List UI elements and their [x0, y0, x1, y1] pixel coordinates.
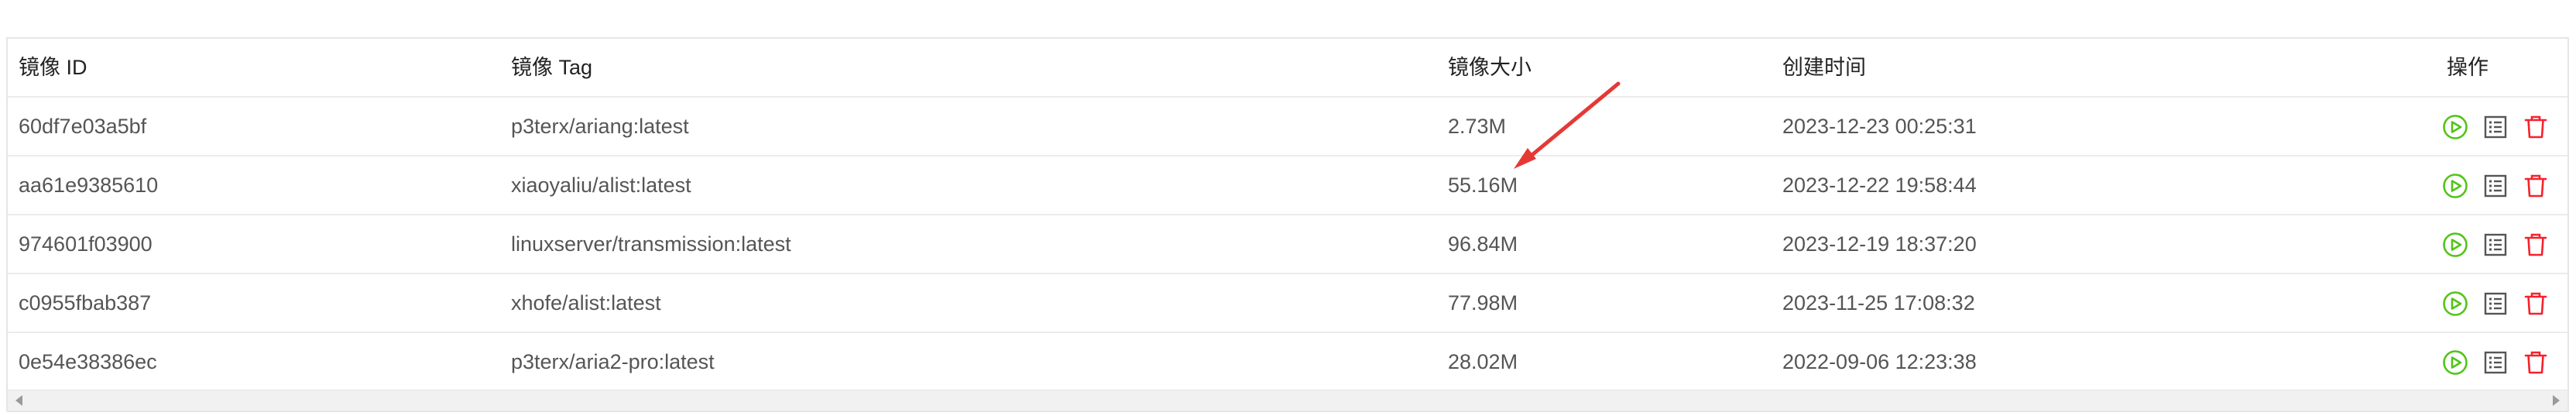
image-created: 2023-12-22 19:58:44: [1782, 174, 1977, 197]
table-row: 0e54e38386ec p3terx/aria2-pro:latest 28.…: [8, 333, 2567, 392]
column-header-actions: 操作: [2447, 56, 2489, 79]
play-icon[interactable]: [2441, 348, 2470, 377]
list-icon[interactable]: [2481, 289, 2510, 318]
trash-icon[interactable]: [2521, 348, 2550, 377]
row-actions: [2441, 348, 2550, 377]
column-header-size[interactable]: 镜像大小: [1448, 39, 1532, 96]
table-row: 60df7e03a5bf p3terx/ariang:latest 2.73M …: [8, 98, 2567, 156]
image-size: 2.73M: [1448, 115, 1507, 138]
list-icon[interactable]: [2481, 348, 2510, 377]
list-icon[interactable]: [2481, 171, 2510, 201]
list-icon[interactable]: [2481, 112, 2510, 142]
image-size: 28.02M: [1448, 350, 1518, 373]
image-id: c0955fbab387: [19, 291, 152, 315]
trash-icon[interactable]: [2521, 230, 2550, 260]
column-header-id[interactable]: 镜像 ID: [19, 39, 87, 96]
image-tag: linuxserver/transmission:latest: [511, 232, 791, 256]
play-icon[interactable]: [2441, 289, 2470, 318]
table-row: 974601f03900 linuxserver/transmission:la…: [8, 215, 2567, 274]
image-size: 77.98M: [1448, 291, 1518, 315]
play-icon[interactable]: [2441, 112, 2470, 142]
image-size: 96.84M: [1448, 232, 1518, 256]
column-header-created[interactable]: 创建时间: [1782, 39, 1866, 96]
row-actions: [2441, 230, 2550, 260]
row-actions: [2441, 112, 2550, 142]
image-tag: xiaoyaliu/alist:latest: [511, 174, 691, 197]
image-tag: p3terx/ariang:latest: [511, 115, 689, 138]
image-size: 55.16M: [1448, 174, 1518, 197]
image-id: aa61e9385610: [19, 174, 159, 197]
row-actions: [2441, 171, 2550, 201]
image-created: 2023-11-25 17:08:32: [1782, 291, 1975, 315]
table-header: 镜像 ID 镜像 Tag 镜像大小 创建时间 操作: [8, 39, 2567, 98]
trash-icon[interactable]: [2521, 289, 2550, 318]
image-id: 0e54e38386ec: [19, 350, 157, 373]
image-id: 974601f03900: [19, 232, 153, 256]
image-tag: p3terx/aria2-pro:latest: [511, 350, 715, 373]
image-table: 镜像 ID 镜像 Tag 镜像大小 创建时间 操作 60df7e03a5bf p…: [6, 37, 2569, 412]
image-id: 60df7e03a5bf: [19, 115, 147, 138]
scroll-right-arrow[interactable]: [2553, 395, 2560, 406]
play-icon[interactable]: [2441, 171, 2470, 201]
image-tag: xhofe/alist:latest: [511, 291, 661, 315]
image-created: 2023-12-19 18:37:20: [1782, 232, 1977, 256]
image-created: 2023-12-23 00:25:31: [1782, 115, 1977, 138]
trash-icon[interactable]: [2521, 112, 2550, 142]
list-icon[interactable]: [2481, 230, 2510, 260]
trash-icon[interactable]: [2521, 171, 2550, 201]
table-row: aa61e9385610 xiaoyaliu/alist:latest 55.1…: [8, 156, 2567, 215]
column-header-tag[interactable]: 镜像 Tag: [511, 39, 592, 96]
play-icon[interactable]: [2441, 230, 2470, 260]
image-created: 2022-09-06 12:23:38: [1782, 350, 1977, 373]
table-row: c0955fbab387 xhofe/alist:latest 77.98M 2…: [8, 274, 2567, 333]
scroll-left-arrow[interactable]: [15, 395, 22, 406]
row-actions: [2441, 289, 2550, 318]
horizontal-scrollbar[interactable]: [8, 390, 2567, 411]
